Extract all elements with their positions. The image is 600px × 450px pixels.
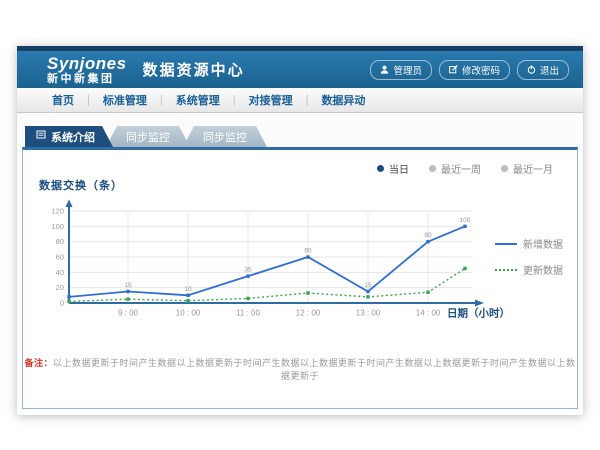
tab-system-intro[interactable]: 系统介绍 (25, 126, 113, 147)
page-title: 数据资源中心 (143, 59, 245, 80)
svg-text:10: 10 (184, 286, 192, 293)
legend-label: 更新数据 (523, 262, 563, 277)
app-header: Synjones 新中新集团 数据资源中心 管理员 修改密码 退出 (17, 51, 583, 88)
company-logo: Synjones 新中新集团 (47, 55, 127, 85)
nav-item-system-mgmt[interactable]: 系统管理 (163, 92, 233, 108)
x-axis-title: 日期（小时） (447, 307, 510, 320)
filter-last-week[interactable]: 最近一周 (429, 161, 481, 176)
tab-label: 同步监控 (126, 129, 170, 145)
svg-text:15: 15 (364, 282, 372, 289)
nav-item-standard-mgmt[interactable]: 标准管理 (90, 92, 160, 108)
svg-text:100: 100 (460, 217, 471, 224)
document-icon (36, 130, 46, 143)
svg-text:20: 20 (56, 283, 64, 292)
svg-text:0: 0 (60, 299, 64, 308)
svg-text:9 : 00: 9 : 00 (118, 309, 139, 318)
time-range-filter: 当日 最近一周 最近一月 (377, 161, 553, 176)
footnote-prefix: 备注： (24, 358, 53, 368)
admin-user-label: 管理员 (393, 63, 422, 77)
footnote: 备注：以上数据更新于时间产生数据以上数据更新于时间产生数据以上数据更新于时间产生… (23, 356, 577, 382)
content-area: 系统介绍 同步监控 同步监控 当日 最近一周 (17, 114, 583, 415)
svg-text:60: 60 (304, 248, 312, 255)
nav-item-home[interactable]: 首页 (39, 92, 87, 108)
svg-text:11 : 00: 11 : 00 (236, 309, 260, 318)
admin-user-button[interactable]: 管理员 (370, 60, 432, 80)
svg-text:40: 40 (56, 268, 64, 277)
nav-item-docking-mgmt[interactable]: 对接管理 (236, 92, 306, 108)
tab-strip: 系统介绍 同步监控 同步监控 (25, 126, 267, 147)
green-dotted-sample-icon (495, 269, 517, 271)
change-password-label: 修改密码 (462, 63, 500, 77)
user-icon (380, 65, 389, 74)
filter-last-month[interactable]: 最近一月 (501, 161, 553, 176)
svg-text:35: 35 (244, 267, 252, 274)
tab-label: 同步监控 (203, 129, 247, 145)
legend-item-new-data: 新增数据 (495, 236, 563, 251)
logo-text: Synjones (47, 55, 127, 72)
footnote-text: 以上数据更新于时间产生数据以上数据更新于时间产生数据以上数据更新于时间产生数据以… (53, 358, 576, 381)
nav-item-data-change[interactable]: 数据异动 (308, 92, 378, 108)
logout-button[interactable]: 退出 (517, 60, 569, 80)
svg-text:80: 80 (424, 232, 432, 239)
line-chart-svg: 日期（小时） 0 20 40 60 80 100 120 9 : 00 10 : 00 11 : … (37, 198, 519, 330)
legend-label: 新增数据 (523, 236, 563, 251)
radio-dot-icon (501, 165, 508, 172)
filter-today[interactable]: 当日 (377, 161, 409, 176)
power-icon (527, 65, 536, 74)
tab-sync-monitor-2[interactable]: 同步监控 (183, 126, 267, 147)
logo-subtext: 新中新集团 (47, 74, 127, 85)
edit-icon (449, 65, 458, 74)
svg-text:10 : 00: 10 : 00 (176, 309, 201, 318)
svg-text:12 : 00: 12 : 00 (296, 309, 321, 318)
tab-sync-monitor-1[interactable]: 同步监控 (106, 126, 190, 147)
svg-text:15: 15 (124, 282, 132, 289)
svg-text:120: 120 (51, 207, 64, 216)
tab-label: 系统介绍 (51, 129, 95, 145)
filter-today-label: 当日 (389, 161, 409, 176)
svg-text:80: 80 (56, 237, 64, 246)
line-chart: 日期（小时） 0 20 40 60 80 100 120 9 : 00 10 : 00 11 : … (37, 198, 519, 330)
svg-text:60: 60 (56, 253, 64, 262)
y-axis-title: 数据交换（条） (39, 177, 123, 193)
change-password-button[interactable]: 修改密码 (439, 60, 510, 80)
logout-label: 退出 (540, 63, 559, 77)
header-actions: 管理员 修改密码 退出 (370, 60, 569, 80)
chart-legend: 新增数据 更新数据 (495, 236, 563, 277)
blue-line-sample-icon (495, 243, 517, 245)
legend-item-updated-data: 更新数据 (495, 262, 563, 277)
filter-last-week-label: 最近一周 (441, 161, 481, 176)
main-nav: 首页 | 标准管理 | 系统管理 | 对接管理 | 数据异动 (17, 88, 583, 113)
radio-dot-icon (429, 165, 436, 172)
svg-text:100: 100 (51, 222, 64, 231)
filter-last-month-label: 最近一月 (513, 161, 553, 176)
tab-content-panel: 当日 最近一周 最近一月 数据交换（条） 日期（小时） 0 20 40 60 80 100… (22, 147, 578, 409)
svg-text:13 : 00: 13 : 00 (356, 309, 381, 318)
radio-dot-icon (377, 165, 384, 172)
app-window: Synjones 新中新集团 数据资源中心 管理员 修改密码 退出 (17, 46, 583, 415)
svg-text:14 : 00: 14 : 00 (416, 309, 441, 318)
